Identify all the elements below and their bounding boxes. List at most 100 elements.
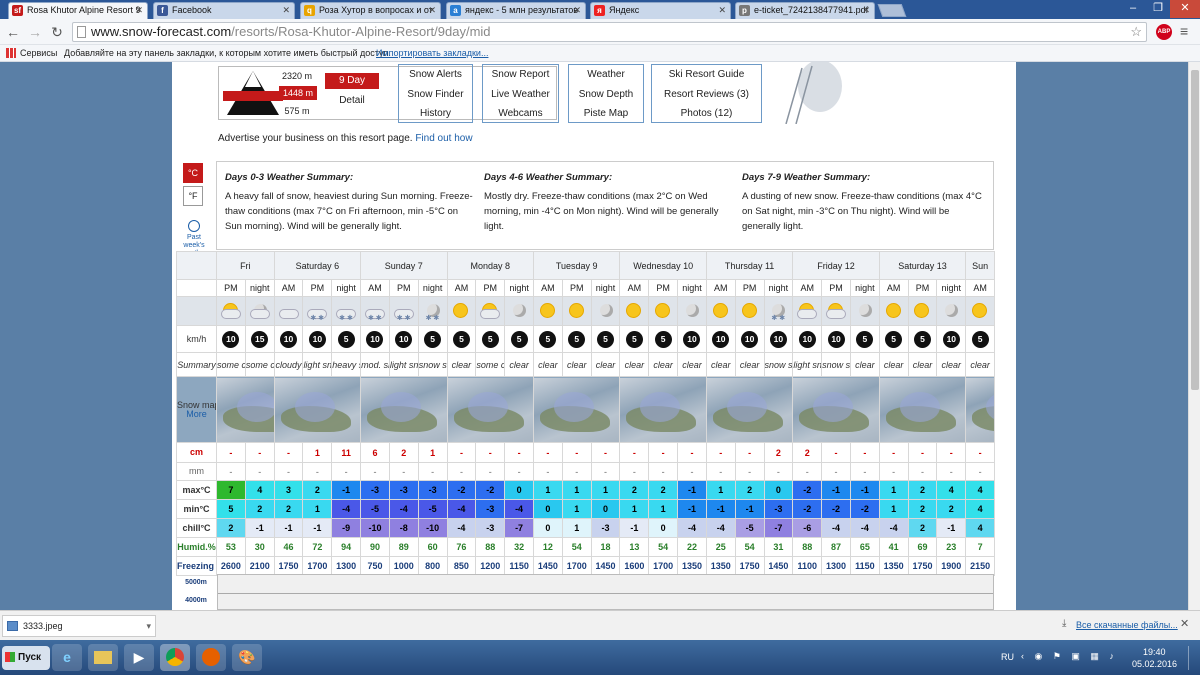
apps-link[interactable]: Сервисы: [20, 45, 57, 61]
close-downloads-icon[interactable]: ✕: [1180, 617, 1189, 630]
adblock-icon[interactable]: ABP: [1156, 24, 1172, 40]
clock-time[interactable]: 19:40: [1143, 647, 1166, 657]
browser-tab[interactable]: я Яндекс ✕: [590, 2, 731, 19]
row-label: Humid.%: [176, 537, 217, 557]
close-tab-icon[interactable]: ✕: [282, 3, 290, 18]
humidity-cell: 46: [273, 537, 304, 557]
minimize-button[interactable]: –: [1120, 0, 1146, 18]
detail-tab[interactable]: Detail: [325, 93, 379, 109]
browser-tab[interactable]: sf Rosa Khutor Alpine Resort 9 ✕: [8, 2, 148, 19]
resort-reviews-link[interactable]: Resort Reviews (3): [652, 85, 761, 105]
url-input[interactable]: www.snow-forecast.com/resorts/Rosa-Khuto…: [72, 22, 1147, 42]
weather-link[interactable]: Weather: [569, 65, 643, 85]
import-bookmarks-link[interactable]: Импортировать закладки...: [376, 45, 488, 61]
browser-tab[interactable]: f Facebook ✕: [153, 2, 295, 19]
new-tab-button[interactable]: [877, 4, 907, 17]
webcams-link[interactable]: Webcams: [483, 104, 558, 124]
humidity-cell: 89: [388, 537, 419, 557]
download-item[interactable]: 3333.jpeg ▾: [2, 615, 156, 637]
tray-icons[interactable]: ‹ ◉ ⚑ ▣ ▦ ♪: [1021, 651, 1118, 662]
reload-icon[interactable]: ↻: [48, 23, 66, 41]
min-temp-cell: 1: [619, 499, 650, 519]
close-tab-icon[interactable]: ✕: [862, 3, 870, 18]
vertical-scrollbar[interactable]: [1188, 62, 1200, 610]
close-tab-icon[interactable]: ✕: [718, 3, 726, 18]
moon-icon: [854, 300, 876, 322]
browser-tab[interactable]: q Роза Хутор в вопросах и от ✕: [300, 2, 441, 19]
summary-cell: light snow: [388, 352, 419, 377]
history-link[interactable]: History: [399, 104, 472, 124]
find-out-how-link[interactable]: Find out how: [415, 133, 472, 144]
freezing-level-cell: 1150: [849, 556, 880, 576]
snow-map-cell[interactable]: [619, 376, 707, 443]
snow-map-cell[interactable]: [360, 376, 448, 443]
snow-map-more-link[interactable]: More: [178, 409, 216, 419]
media-player-icon[interactable]: ▶: [124, 644, 154, 671]
language-indicator[interactable]: RU: [1001, 652, 1014, 662]
menu-icon[interactable]: ≡: [1180, 23, 1188, 39]
freezing-level-cell: 1450: [590, 556, 621, 576]
browser-tab[interactable]: a яндекс - 5 млн результатов ✕: [446, 2, 586, 19]
piste-map-link[interactable]: Piste Map: [569, 104, 643, 124]
snow-map-cell[interactable]: [705, 376, 794, 443]
apps-icon[interactable]: [6, 48, 16, 58]
snow-map-cell[interactable]: [216, 376, 275, 443]
wind-cell: 10: [216, 325, 246, 353]
maximize-button[interactable]: ❐: [1146, 0, 1170, 18]
rain-cell: -: [648, 462, 679, 481]
snow-report-link[interactable]: Snow Report: [483, 65, 558, 85]
snow-cell: -: [504, 442, 534, 463]
browser-tab[interactable]: p e-ticket_7242138477941.pdf ✕: [735, 2, 875, 19]
period-cell: night: [677, 279, 707, 297]
snow-map-cell[interactable]: [792, 376, 880, 443]
show-desktop-button[interactable]: [1188, 646, 1198, 670]
paint-icon[interactable]: 🎨: [232, 644, 262, 671]
clock-date[interactable]: 05.02.2016: [1132, 659, 1177, 669]
chrome-icon[interactable]: [160, 644, 190, 671]
snow-map-cell[interactable]: [878, 376, 967, 443]
close-tab-icon[interactable]: ✕: [428, 3, 436, 18]
freezing-level-cell: 1350: [705, 556, 736, 576]
snow-map-cell[interactable]: [273, 376, 362, 443]
ski-resort-guide-link[interactable]: Ski Resort Guide: [652, 65, 761, 85]
firefox-icon[interactable]: [196, 644, 226, 671]
forward-icon[interactable]: →: [26, 23, 44, 41]
star-icon[interactable]: ☆: [1130, 23, 1142, 41]
ie-icon[interactable]: e: [52, 644, 82, 671]
live-weather-link[interactable]: Live Weather: [483, 85, 558, 105]
all-downloads-link[interactable]: Все скачанные файлы...: [1076, 620, 1178, 630]
start-button[interactable]: Пуск: [2, 646, 50, 670]
close-tab-icon[interactable]: ✕: [573, 3, 581, 18]
snow-finder-link[interactable]: Snow Finder: [399, 85, 472, 105]
url-host: www.snow-forecast.com: [91, 24, 232, 39]
image-file-icon: [7, 621, 18, 631]
snow-depth-link[interactable]: Snow Depth: [569, 85, 643, 105]
snow-map-cell[interactable]: [446, 376, 535, 443]
humidity-cell: 22: [677, 537, 707, 557]
snow-map-image: [620, 377, 706, 442]
nine-day-tab[interactable]: 9 Day: [325, 73, 379, 89]
tab-label: Rosa Khutor Alpine Resort 9: [27, 5, 141, 15]
min-temp-cell: -4: [446, 499, 477, 519]
humidity-cell: 88: [475, 537, 506, 557]
snow-map-cell[interactable]: [532, 376, 621, 443]
close-window-button[interactable]: ✕: [1170, 0, 1200, 18]
wind-speed-badge: 5: [654, 330, 672, 348]
links-box-alerts: Snow Alerts Snow Finder History: [398, 64, 473, 123]
mid-elevation[interactable]: 1448 m: [279, 86, 317, 100]
explorer-icon[interactable]: [88, 644, 118, 671]
photos-link[interactable]: Photos (12): [652, 104, 761, 124]
snow-map-image: [793, 377, 879, 442]
chevron-down-icon[interactable]: ▾: [146, 616, 151, 636]
fahrenheit-button[interactable]: °F: [183, 186, 203, 206]
scrollbar-thumb[interactable]: [1191, 70, 1199, 390]
close-tab-icon[interactable]: ✕: [135, 3, 143, 18]
downloads-bar: 3333.jpeg ▾ ⤓ Все скачанные файлы... ✕: [0, 610, 1200, 640]
back-icon[interactable]: ←: [4, 23, 22, 41]
snow-map-cell[interactable]: [965, 376, 996, 443]
wind-chill-cell: 2: [907, 518, 938, 538]
humidity-cell: 12: [533, 537, 563, 557]
day-header: Sun: [965, 251, 996, 280]
snow-alerts-link[interactable]: Snow Alerts: [399, 65, 472, 85]
celsius-button[interactable]: °C: [183, 163, 203, 183]
